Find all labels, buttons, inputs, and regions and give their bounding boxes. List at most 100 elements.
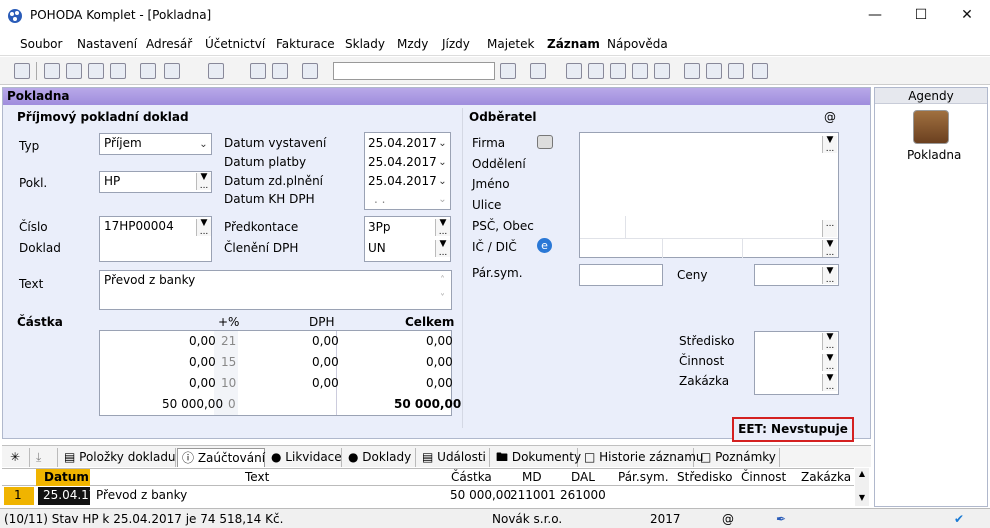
col-parsym[interactable]: Pár.sym. — [618, 470, 669, 484]
col-stredisko[interactable]: Středisko — [677, 470, 732, 484]
menu-zaznam[interactable]: Záznam — [547, 37, 600, 51]
chevron-down-icon[interactable]: ⌄ — [435, 135, 450, 152]
filter-icon[interactable] — [500, 63, 516, 79]
wizard-icon[interactable] — [164, 63, 180, 79]
zakazka-lookup-button[interactable]: ▼... — [822, 374, 837, 392]
col-cinnost[interactable]: Činnost — [741, 470, 786, 484]
castka-total-3[interactable]: 50 000,00 — [394, 397, 461, 411]
col-castka[interactable]: Částka — [451, 470, 492, 484]
menu-fakturace[interactable]: Fakturace — [276, 37, 335, 51]
pen-icon[interactable]: ✒ — [776, 512, 786, 526]
col-text[interactable]: Text — [245, 470, 269, 484]
ceny-lookup-button[interactable]: ▼... — [822, 267, 837, 285]
internet-explorer-icon[interactable]: e — [537, 238, 552, 253]
menu-adresar[interactable]: Adresář — [146, 37, 192, 51]
print-preview-icon[interactable] — [66, 63, 82, 79]
folder-icon[interactable] — [530, 63, 546, 79]
col-datum[interactable]: Datum — [44, 470, 89, 484]
odberatel-address-box[interactable] — [579, 132, 839, 258]
calculator-icon[interactable] — [610, 63, 626, 79]
cell-md[interactable]: 211001 — [510, 488, 556, 502]
cell-datum[interactable]: 25.04.17 — [43, 488, 96, 502]
menu-jizdy[interactable]: Jízdy — [442, 37, 470, 51]
maximize-button[interactable]: ☐ — [898, 0, 944, 31]
castka-total-2[interactable]: 0,00 — [426, 376, 453, 390]
cell-castka[interactable]: 50 000,00 — [450, 488, 511, 502]
castka-base-2[interactable]: 0,00 — [189, 376, 216, 390]
screen-icon[interactable] — [684, 63, 700, 79]
predkontace-value[interactable]: 3Pp — [368, 220, 391, 234]
agendy-item-pokladna[interactable]: Pokladna — [907, 148, 961, 162]
tab-polozky-dokladu[interactable]: ▤ Položky dokladu — [60, 448, 176, 467]
col-md[interactable]: MD — [522, 470, 542, 484]
stredisko-lookup-button[interactable]: ▼... — [822, 333, 837, 351]
minimize-button[interactable]: — — [852, 0, 898, 31]
scroll-up-icon[interactable]: ˄ — [435, 272, 450, 289]
text-field[interactable]: Převod z banky — [99, 270, 452, 310]
cleneni-lookup-button[interactable]: ▼... — [435, 240, 450, 258]
menu-majetek[interactable]: Majetek — [487, 37, 534, 51]
save-icon[interactable] — [250, 63, 266, 79]
tab-poznamky[interactable]: □ Poznámky — [696, 448, 780, 467]
predkontace-lookup-button[interactable]: ▼... — [435, 219, 450, 237]
toolbar-search-combo[interactable] — [333, 62, 495, 80]
castka-base-1[interactable]: 0,00 — [189, 355, 216, 369]
grid-scrollbar[interactable]: ▲ ▼ — [855, 468, 869, 506]
tab-star-icon[interactable]: ✳ — [6, 448, 30, 467]
col-zakazka[interactable]: Zakázka — [801, 470, 851, 484]
scroll-down-icon[interactable]: ˅ — [435, 290, 450, 307]
bank-icon[interactable] — [632, 63, 648, 79]
tab-likvidace[interactable]: ● Likvidace — [267, 448, 342, 467]
tab-doklady[interactable]: ● Doklady — [344, 448, 416, 467]
wallet-icon[interactable] — [913, 110, 949, 144]
chevron-down-icon[interactable]: ⌄ — [435, 154, 450, 171]
tab-filter-icon[interactable]: ⤓ — [32, 448, 58, 467]
datum-zd-value[interactable]: 25.04.2017 — [368, 174, 437, 188]
chevron-down-icon[interactable]: ⌄ — [435, 173, 450, 190]
tab-zauctovani[interactable]: ⓘ Zaúčtování — [177, 448, 265, 467]
menu-sklady[interactable]: Sklady — [345, 37, 385, 51]
preview-icon[interactable] — [88, 63, 104, 79]
menu-ucetnictvi[interactable]: Účetnictví — [205, 37, 265, 51]
castka-total-0[interactable]: 0,00 — [426, 334, 453, 348]
cislo-lookup-button[interactable]: ▼... — [196, 219, 211, 237]
menu-mzdy[interactable]: Mzdy — [397, 37, 428, 51]
tab-dokumenty[interactable]: 🖿 Dokumenty — [492, 448, 581, 467]
export-icon[interactable] — [110, 63, 126, 79]
copy-icon[interactable] — [302, 63, 318, 79]
email-at-icon[interactable]: @ — [824, 110, 836, 124]
iban-icon[interactable] — [654, 63, 670, 79]
table-icon[interactable] — [588, 63, 604, 79]
firma-lookup-button[interactable]: ▼... — [822, 136, 837, 154]
castka-total-1[interactable]: 0,00 — [426, 355, 453, 369]
datum-platby-value[interactable]: 25.04.2017 — [368, 155, 437, 169]
datum-vystaveni-value[interactable]: 25.04.2017 — [368, 136, 437, 150]
dic-lookup-button[interactable]: ▼... — [822, 240, 837, 258]
money-icon[interactable] — [566, 63, 582, 79]
castka-base-3[interactable]: 50 000,00 — [162, 397, 223, 411]
check-icon[interactable]: ✔ — [954, 512, 964, 526]
menu-soubor[interactable]: Soubor — [20, 37, 62, 51]
col-dal[interactable]: DAL — [571, 470, 595, 484]
cell-dal[interactable]: 261000 — [560, 488, 606, 502]
lookup-button[interactable]: ▼... — [196, 173, 211, 191]
list-icon[interactable] — [706, 63, 722, 79]
cinnost-lookup-button[interactable]: ▼... — [822, 354, 837, 372]
menu-napoveda[interactable]: Nápověda — [607, 37, 668, 51]
new-record-icon[interactable] — [140, 63, 156, 79]
exit-icon[interactable] — [14, 63, 30, 79]
tab-udalosti[interactable]: ▤ Události — [418, 448, 490, 467]
menu-nastaveni[interactable]: Nastavení — [77, 37, 137, 51]
window-icon[interactable] — [728, 63, 744, 79]
tab-historie-zaznamu[interactable]: □ Historie záznamu — [580, 448, 703, 467]
cell-text[interactable]: Převod z banky — [96, 488, 187, 502]
close-button[interactable]: ✕ — [944, 0, 990, 31]
datum-kh-value[interactable]: . . — [374, 192, 385, 206]
obec-lookup-button[interactable]: ... — [822, 220, 837, 237]
castka-base-0[interactable]: 0,00 — [189, 334, 216, 348]
parsym-field[interactable] — [579, 264, 663, 286]
chevron-down-icon[interactable]: ⌄ — [196, 136, 211, 153]
help-icon[interactable] — [752, 63, 768, 79]
table-row[interactable]: 1 25.04.17 Převod z banky 50 000,00 2110… — [2, 487, 854, 505]
address-book-icon[interactable] — [537, 135, 553, 149]
